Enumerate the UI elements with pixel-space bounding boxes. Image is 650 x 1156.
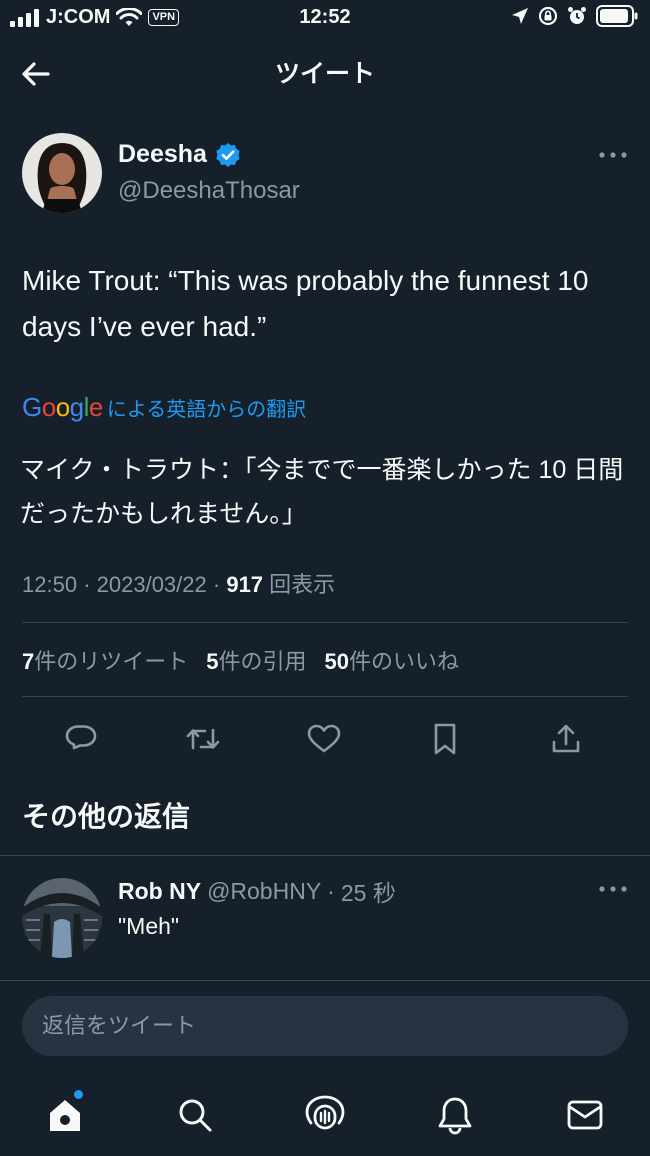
verified-badge-icon (216, 142, 240, 167)
quotes-label: 件の引用 (218, 649, 307, 674)
tab-bar (0, 1080, 650, 1150)
reply-icon (65, 725, 97, 750)
reply-avatar[interactable] (22, 878, 102, 958)
notification-dot (74, 1090, 83, 1099)
tweet-time: 12:50 (22, 572, 78, 597)
divider (0, 855, 650, 856)
like-icon (307, 724, 341, 753)
translation-label: による英語からの翻訳 (106, 399, 307, 421)
quotes-stat[interactable]: 5件の引用 (206, 644, 306, 676)
more-icon (599, 152, 627, 158)
likes-stat[interactable]: 50件のいいね (325, 644, 460, 676)
reply-header: Rob NY @RobHNY · 25 秒 (118, 874, 396, 908)
reply-more-button[interactable] (598, 884, 628, 894)
retweets-label: 件のリツイート (34, 649, 189, 674)
replies-section-title: その他の返信 (22, 801, 191, 832)
like-button[interactable] (301, 716, 347, 762)
tab-home[interactable] (40, 1090, 90, 1140)
reply-text: "Meh" (118, 913, 180, 939)
retweet-button[interactable] (180, 716, 226, 762)
reply-author-name[interactable]: Rob NY (118, 878, 201, 905)
page-title: ツイート (274, 60, 375, 88)
reply-avatar-photo (22, 878, 102, 958)
retweets-stat[interactable]: 7件のリツイート (22, 644, 188, 676)
tweet-meta: 12:50 · 2023/03/22 · 917 回表示 (22, 572, 336, 597)
likes-label: 件のいいね (349, 649, 460, 674)
home-icon (50, 1100, 80, 1131)
battery-icon (596, 5, 638, 27)
tab-messages[interactable] (560, 1090, 610, 1140)
author-avatar[interactable] (22, 133, 102, 213)
divider (22, 696, 628, 697)
reply-author-handle[interactable]: @RobHNY (207, 878, 321, 905)
tweet-text: Mike Trout: “This was probably the funne… (22, 265, 589, 342)
engagement-counts: 7件のリツイート 5件の引用 50件のいいね (22, 644, 459, 676)
views-count: 917 (226, 572, 264, 597)
status-bar: J:COM VPN 12:52 (0, 0, 650, 36)
tab-spaces[interactable] (300, 1090, 350, 1140)
notifications-icon (438, 1097, 472, 1135)
reply-button[interactable] (58, 716, 104, 762)
share-icon (552, 724, 580, 753)
retweet-icon (186, 728, 220, 750)
spaces-icon (305, 1095, 345, 1130)
reply-time: 25 秒 (340, 880, 396, 906)
avatar-photo (22, 133, 102, 213)
tweet-actions (0, 716, 650, 762)
more-icon (599, 886, 627, 892)
author-handle[interactable]: @DeeshaThosar (118, 177, 300, 205)
google-logo: Google (22, 392, 103, 422)
tweet-date: 2023/03/22 (96, 572, 207, 597)
translated-text: マイク・トラウト：「今までで一番楽しかった 10 日間だったかもしれません。」 (20, 456, 624, 528)
status-icons (511, 5, 638, 27)
reply-separator: · (327, 877, 335, 904)
tweet-more-button[interactable] (598, 150, 628, 160)
author-name[interactable]: Deesha (118, 140, 207, 169)
alarm-icon (568, 7, 586, 24)
views-label: 回表示 (269, 572, 336, 597)
location-icon (512, 8, 528, 24)
likes-count: 50 (324, 649, 350, 674)
search-icon (179, 1099, 212, 1132)
divider (22, 622, 628, 623)
bookmark-button[interactable] (422, 716, 468, 762)
rotation-lock-icon (538, 6, 558, 26)
share-button[interactable] (543, 716, 589, 762)
retweets-count: 7 (22, 649, 35, 674)
bookmark-icon (434, 723, 456, 755)
author-name-row: Deesha (118, 140, 241, 169)
quotes-count: 5 (206, 649, 219, 674)
divider (0, 980, 650, 981)
reply-input[interactable] (22, 996, 628, 1056)
tab-notifications[interactable] (430, 1090, 480, 1140)
tab-search[interactable] (170, 1090, 220, 1140)
reply-composer (22, 996, 628, 1056)
translation-link[interactable]: Google による英語からの翻訳 (22, 392, 306, 423)
messages-icon (567, 1100, 603, 1130)
